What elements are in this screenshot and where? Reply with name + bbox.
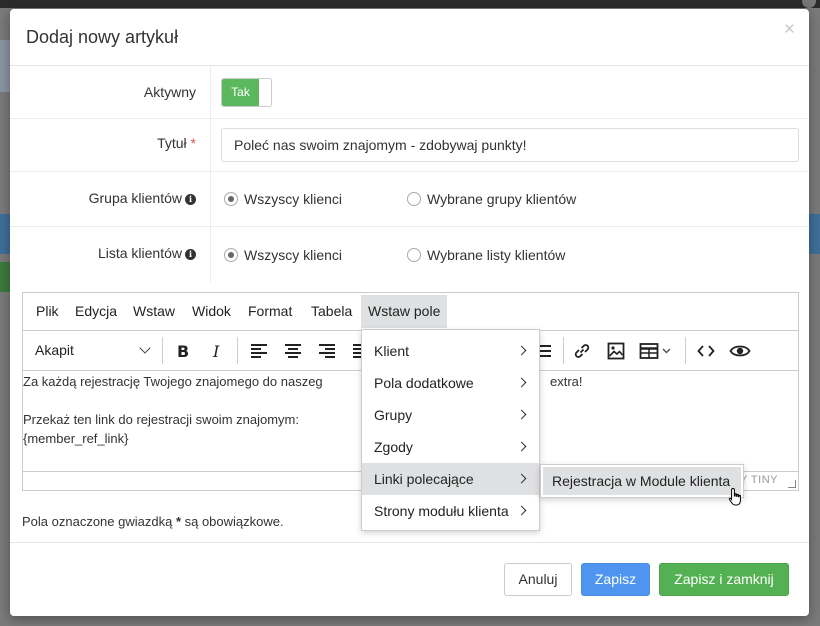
chevron-right-icon: [516, 473, 527, 484]
client-group-label: Grupa klientów i: [10, 190, 196, 206]
active-toggle[interactable]: Tak: [221, 78, 272, 107]
toggle-on-label: Tak: [222, 79, 259, 106]
table-icon[interactable]: [637, 339, 677, 363]
content-line-1-end: extra!: [550, 374, 583, 389]
modal-header: Dodaj nowy artykuł ×: [10, 9, 809, 66]
chevron-right-icon: [516, 441, 527, 452]
svg-text:I: I: [212, 343, 220, 359]
radio-icon[interactable]: [407, 192, 421, 206]
client-group-option-selected[interactable]: Wybrane grupy klientów: [407, 172, 576, 226]
add-article-modal: Dodaj nowy artykuł × Aktywny Tak Tytuł *…: [10, 9, 809, 616]
referral-links-submenu: Rejestracja w Module klienta: [540, 464, 744, 498]
bold-icon[interactable]: B: [171, 339, 195, 363]
menu-edit[interactable]: Edycja: [68, 295, 124, 328]
client-list-row: Lista klientów i Wszyscy klienci Wybrane …: [10, 227, 809, 282]
block-format-select[interactable]: Akapit: [35, 331, 74, 370]
chevron-right-icon: [516, 409, 527, 420]
modal-footer: Anuluj Zapisz Zapisz i zamknij: [10, 542, 809, 616]
align-center-icon[interactable]: [281, 339, 305, 363]
align-right-icon[interactable]: [315, 339, 339, 363]
chevron-right-icon: [516, 345, 527, 356]
required-fields-note: Pola oznaczone gwiazdką * są obowiązkowe…: [22, 514, 284, 529]
editor-menubar: Plik Edycja Wstaw Widok Format Tabela Ws…: [23, 293, 798, 330]
radio-icon[interactable]: [224, 247, 238, 262]
client-list-option-selected[interactable]: Wybrane listy klientów: [407, 227, 565, 282]
chevron-right-icon: [516, 377, 527, 388]
radio-icon[interactable]: [407, 247, 421, 262]
content-line-3: {member_ref_link}: [23, 431, 129, 446]
resize-handle-icon[interactable]: [788, 480, 796, 488]
cancel-button[interactable]: Anuluj: [504, 563, 572, 596]
info-icon: i: [185, 249, 196, 260]
modal-title: Dodaj nowy artykuł: [26, 27, 179, 47]
menu-format[interactable]: Format: [241, 295, 299, 328]
menu-file[interactable]: Plik: [29, 295, 66, 328]
menu-table[interactable]: Tabela: [304, 295, 359, 328]
menu-item-referral-links[interactable]: Linki polecające: [362, 463, 539, 495]
menu-item-client[interactable]: Klient: [362, 335, 539, 367]
title-input[interactable]: Poleć nas swoim znajomym - zdobywaj punk…: [221, 128, 799, 162]
menu-item-groups[interactable]: Grupy: [362, 399, 539, 431]
active-label: Aktywny: [143, 84, 196, 100]
chevron-down-icon[interactable]: [139, 342, 151, 354]
active-row: Aktywny Tak: [10, 66, 809, 119]
background-topbar: [0, 0, 820, 8]
info-icon: i: [185, 194, 196, 205]
menu-view[interactable]: Widok: [185, 295, 238, 328]
svg-text:B: B: [177, 343, 189, 359]
menu-item-additional-fields[interactable]: Pola dodatkowe: [362, 367, 539, 399]
hand-cursor-icon: [728, 487, 741, 506]
menu-insert[interactable]: Wstaw: [126, 295, 182, 328]
required-mark: *: [190, 135, 196, 151]
menu-item-consents[interactable]: Zgody: [362, 431, 539, 463]
link-icon[interactable]: [570, 339, 594, 363]
client-list-label: Lista klientów i: [10, 245, 196, 261]
insert-field-menu: Klient Pola dodatkowe Grupy Zgody Linki …: [361, 329, 540, 531]
save-button[interactable]: Zapisz: [581, 563, 650, 596]
background-header-strip: [808, 214, 820, 254]
content-line-1-start: Za każdą rejestrację Twojego znajomego d…: [23, 374, 323, 389]
client-group-option-all[interactable]: Wszyscy klienci: [224, 172, 342, 226]
menu-item-client-module-pages[interactable]: Strony modułu klienta: [362, 495, 539, 527]
submenu-item-registration[interactable]: Rejestracja w Module klienta: [543, 467, 741, 495]
tiny-brand[interactable]: Y TINY: [740, 474, 778, 486]
menu-insert-field[interactable]: Wstaw pole: [361, 295, 448, 328]
title-label: Tytuł *: [157, 135, 196, 151]
italic-icon[interactable]: I: [205, 339, 229, 363]
content-line-2: Przekaż ten link do rejestracji swoim zn…: [23, 412, 299, 427]
code-icon[interactable]: [694, 339, 718, 363]
client-list-option-all[interactable]: Wszyscy klienci: [224, 227, 342, 282]
save-and-close-button[interactable]: Zapisz i zamknij: [659, 563, 789, 596]
close-icon[interactable]: ×: [784, 19, 795, 41]
client-group-row: Grupa klientów i Wszyscy klienci Wybrane …: [10, 172, 809, 227]
preview-icon[interactable]: [728, 339, 752, 363]
align-left-icon[interactable]: [247, 339, 271, 363]
title-row: Tytuł * Poleć nas swoim znajomym - zdoby…: [10, 119, 809, 172]
radio-icon[interactable]: [224, 192, 238, 206]
chevron-right-icon: [516, 505, 527, 516]
image-icon[interactable]: [604, 339, 628, 363]
